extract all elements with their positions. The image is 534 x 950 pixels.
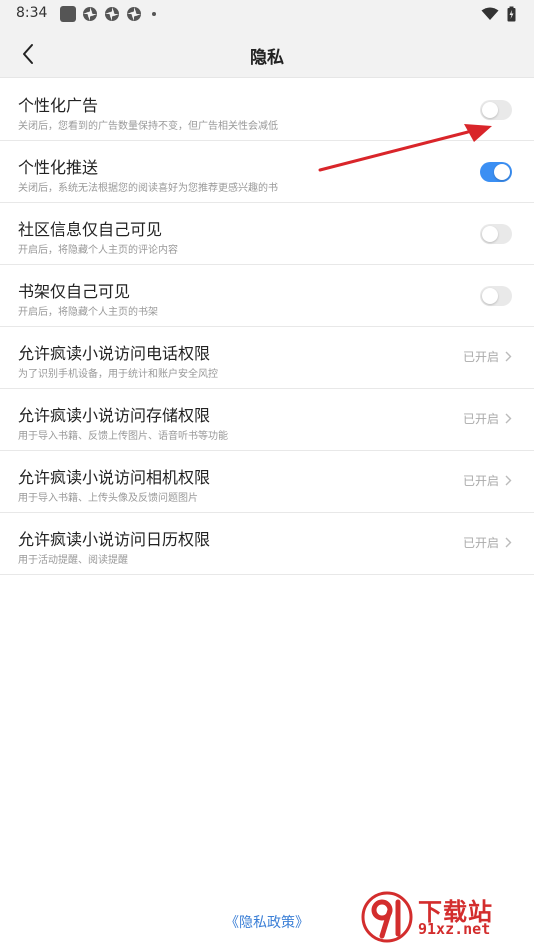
notification-icons xyxy=(60,6,156,22)
personalized-ads-toggle[interactable] xyxy=(480,100,512,120)
setting-description: 用于导入书籍、反馈上传图片、语音听书等功能 xyxy=(18,431,228,442)
personalized-push-toggle[interactable] xyxy=(480,162,512,182)
app-notification-icon xyxy=(60,6,76,22)
permission-status: 已开启 xyxy=(462,536,499,550)
setting-row-bookshelf-private: 书架仅自己可见 开启后，将隐藏个人主页的书架 xyxy=(0,265,534,327)
setting-row-calendar-permission[interactable]: 允许疯读小说访问日历权限 用于活动提醒、阅读提醒 已开启 xyxy=(0,513,534,575)
setting-title: 书架仅自己可见 xyxy=(18,282,131,301)
pinwheel-icon xyxy=(83,7,97,21)
setting-title: 允许疯读小说访问电话权限 xyxy=(18,344,211,363)
toggle-knob xyxy=(482,288,498,304)
permission-status-link[interactable]: 已开启 xyxy=(463,534,512,551)
watermark-logo xyxy=(361,891,413,943)
chevron-right-icon xyxy=(505,537,512,548)
setting-row-community-private: 社区信息仅自己可见 开启后，将隐藏个人主页的评论内容 xyxy=(0,203,534,265)
setting-row-personalized-push: 个性化推送 关闭后，系统无法根据您的阅读喜好为您推荐更感兴趣的书 xyxy=(0,141,534,203)
watermark-url: 91xz.net xyxy=(418,920,491,938)
chevron-right-icon xyxy=(505,475,512,486)
setting-title: 允许疯读小说访问日历权限 xyxy=(18,530,211,549)
toggle-knob xyxy=(494,164,510,180)
setting-title: 个性化推送 xyxy=(18,158,99,177)
bookshelf-private-toggle[interactable] xyxy=(480,286,512,306)
more-notifications-icon xyxy=(152,12,156,16)
toggle-knob xyxy=(482,102,498,118)
setting-description: 开启后，将隐藏个人主页的评论内容 xyxy=(18,245,178,256)
setting-row-personalized-ads: 个性化广告 关闭后，您看到的广告数量保持不变，但广告相关性会减低 xyxy=(0,79,534,141)
setting-description: 关闭后，系统无法根据您的阅读喜好为您推荐更感兴趣的书 xyxy=(18,183,278,194)
community-private-toggle[interactable] xyxy=(480,224,512,244)
permission-status: 已开启 xyxy=(462,412,499,426)
chevron-right-icon xyxy=(505,413,512,424)
chevron-right-icon xyxy=(505,351,512,362)
page-title: 隐私 xyxy=(250,48,284,68)
wifi-icon xyxy=(481,7,499,20)
setting-title: 允许疯读小说访问相机权限 xyxy=(18,468,211,487)
battery-charging-icon xyxy=(507,6,516,22)
toggle-knob xyxy=(482,226,498,242)
top-app-bar: 隐私 xyxy=(0,30,534,78)
setting-description: 用于活动提醒、阅读提醒 xyxy=(18,555,128,566)
status-bar: 8:34 xyxy=(0,0,534,30)
permission-status-link[interactable]: 已开启 xyxy=(463,410,512,427)
setting-description: 用于导入书籍、上传头像及反馈问题图片 xyxy=(18,493,198,504)
setting-title: 个性化广告 xyxy=(18,96,99,115)
site-watermark: 下载站 91xz.net xyxy=(360,890,530,944)
pinwheel-icon xyxy=(105,7,119,21)
privacy-settings-list: 个性化广告 关闭后，您看到的广告数量保持不变，但广告相关性会减低 个性化推送 关… xyxy=(0,79,534,575)
setting-row-storage-permission[interactable]: 允许疯读小说访问存储权限 用于导入书籍、反馈上传图片、语音听书等功能 已开启 xyxy=(0,389,534,451)
system-icons xyxy=(481,6,516,22)
setting-row-camera-permission[interactable]: 允许疯读小说访问相机权限 用于导入书籍、上传头像及反馈问题图片 已开启 xyxy=(0,451,534,513)
setting-description: 关闭后，您看到的广告数量保持不变，但广告相关性会减低 xyxy=(18,121,278,132)
permission-status-link[interactable]: 已开启 xyxy=(463,348,512,365)
pinwheel-icon xyxy=(127,7,141,21)
permission-status: 已开启 xyxy=(462,474,499,488)
setting-title: 允许疯读小说访问存储权限 xyxy=(18,406,211,425)
setting-description: 开启后，将隐藏个人主页的书架 xyxy=(18,307,158,318)
status-time: 8:34 xyxy=(16,5,48,21)
setting-description: 为了识别手机设备，用于统计和账户安全风控 xyxy=(18,369,218,380)
setting-title: 社区信息仅自己可见 xyxy=(18,220,163,239)
permission-status-link[interactable]: 已开启 xyxy=(463,472,512,489)
permission-status: 已开启 xyxy=(462,350,499,364)
setting-row-phone-permission[interactable]: 允许疯读小说访问电话权限 为了识别手机设备，用于统计和账户安全风控 已开启 xyxy=(0,327,534,389)
